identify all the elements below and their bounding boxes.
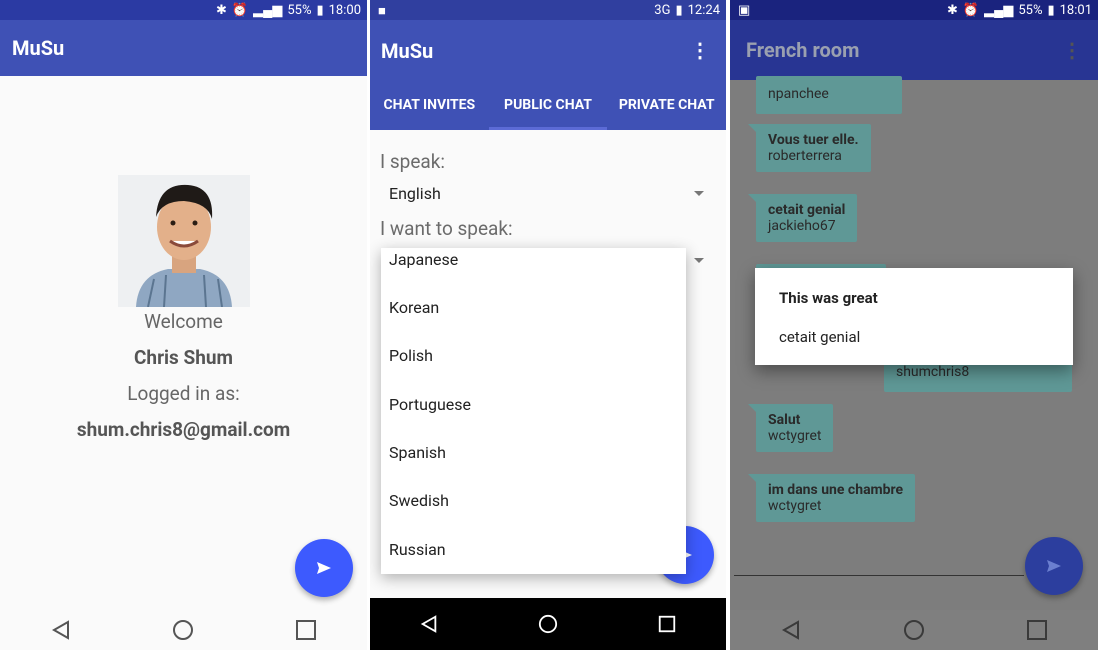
send-button[interactable] [1025, 537, 1083, 595]
tab-chat-invites[interactable]: CHAT INVITES [370, 82, 489, 130]
recents-icon[interactable] [657, 614, 677, 634]
nav-bar [0, 610, 367, 650]
tab-private-chat[interactable]: PRIVATE CHAT [607, 82, 726, 130]
app-title: MuSu [12, 36, 65, 60]
dropdown-option[interactable]: Portuguese [389, 395, 471, 414]
chat-room-screen: ▣ ✱ ⏰ ▂▄▆ 55% ▮ 18:01 French room ⋮ npan… [730, 0, 1098, 650]
recents-icon[interactable] [1026, 619, 1048, 641]
i-speak-select[interactable]: English [389, 184, 441, 203]
dialog-body: cetait genial [779, 328, 861, 346]
nav-bar [370, 598, 726, 650]
send-button[interactable] [295, 539, 353, 597]
image-notification-icon: ▣ [738, 3, 751, 18]
signal-icon: ▂▄▆ [984, 3, 1014, 18]
recents-icon[interactable] [295, 619, 317, 641]
message-bubble: im dans une chambre wctygret [747, 474, 916, 522]
app-title: MuSu [381, 39, 434, 63]
home-icon[interactable] [172, 619, 194, 641]
dropdown-option[interactable]: Polish [389, 346, 433, 365]
battery-icon: ▮ [316, 2, 324, 18]
dropdown-option[interactable]: Russian [389, 540, 446, 559]
status-time: 12:24 [687, 2, 720, 18]
language-dropdown[interactable]: Japanese Korean Polish Portuguese Spanis… [381, 248, 686, 574]
status-bar: ▣ ✱ ⏰ ▂▄▆ 55% ▮ 18:01 [730, 0, 1098, 20]
bluetooth-icon: ✱ [947, 2, 958, 18]
send-icon [1047, 560, 1061, 572]
bluetooth-icon: ✱ [216, 2, 227, 18]
app-bar: MuSu ⋮ [370, 20, 726, 82]
tab-public-chat[interactable]: PUBLIC CHAT [488, 82, 608, 130]
logged-in-label: Logged in as: [127, 382, 240, 405]
back-icon[interactable] [50, 619, 72, 641]
status-bar: ■ 3G ▮ 12:24 [370, 0, 726, 20]
status-bar: ✱ ⏰ ▂▄▆ 55% ▮ 18:00 [0, 0, 367, 20]
dropdown-option[interactable]: Swedish [389, 491, 449, 510]
dropdown-option[interactable]: Japanese [389, 250, 458, 269]
overflow-menu-icon[interactable]: ⋮ [1062, 38, 1082, 62]
welcome-label: Welcome [144, 310, 223, 333]
profile-screen: ✱ ⏰ ▂▄▆ 55% ▮ 18:00 MuSu Welcome Chris S… [0, 0, 367, 650]
message-bubble: npanchee [756, 76, 902, 114]
user-name: Chris Shum [134, 346, 233, 369]
want-to-speak-label: I want to speak: [380, 217, 513, 240]
battery-percent: 55% [287, 2, 312, 18]
overflow-menu-icon[interactable]: ⋮ [690, 38, 710, 62]
language-screen: ■ 3G ▮ 12:24 MuSu ⋮ CHAT INVITES PUBLIC … [370, 0, 726, 650]
nav-bar [730, 610, 1098, 650]
i-speak-label: I speak: [380, 150, 445, 173]
message-bubble: Salut wctygret [747, 404, 834, 452]
home-icon[interactable] [903, 619, 925, 641]
alarm-icon: ⏰ [962, 2, 980, 18]
back-icon[interactable] [780, 619, 802, 641]
battery-icon: ▮ [675, 2, 683, 18]
notification-icon: ■ [378, 4, 386, 19]
room-title: French room [746, 38, 860, 62]
network-type: 3G [654, 2, 671, 18]
battery-icon: ▮ [1047, 2, 1055, 18]
battery-percent: 55% [1018, 2, 1043, 18]
message-input[interactable] [734, 575, 1024, 576]
signal-icon: ▂▄▆ [253, 3, 283, 18]
app-bar: French room ⋮ [730, 20, 1098, 80]
alarm-icon: ⏰ [231, 2, 249, 18]
tab-bar: CHAT INVITES PUBLIC CHAT PRIVATE CHAT [370, 82, 726, 130]
send-icon [317, 562, 331, 574]
chevron-down-icon[interactable] [694, 191, 704, 196]
dropdown-option[interactable]: Korean [389, 298, 439, 317]
avatar [118, 175, 250, 307]
back-icon[interactable] [419, 614, 439, 634]
dropdown-option[interactable]: Spanish [389, 443, 446, 462]
status-time: 18:00 [328, 2, 361, 18]
status-time: 18:01 [1059, 2, 1092, 18]
message-bubble: cetait genial jackieho67 [747, 194, 858, 242]
chevron-down-icon[interactable] [694, 258, 704, 263]
user-email: shum.chris8@gmail.com [76, 418, 291, 441]
message-dialog[interactable]: This was great cetait genial [755, 268, 1073, 365]
message-bubble: Vous tuer elle. roberterrera [748, 124, 871, 172]
app-bar: MuSu [0, 20, 367, 76]
home-icon[interactable] [538, 614, 558, 634]
dialog-title: This was great [779, 289, 878, 307]
